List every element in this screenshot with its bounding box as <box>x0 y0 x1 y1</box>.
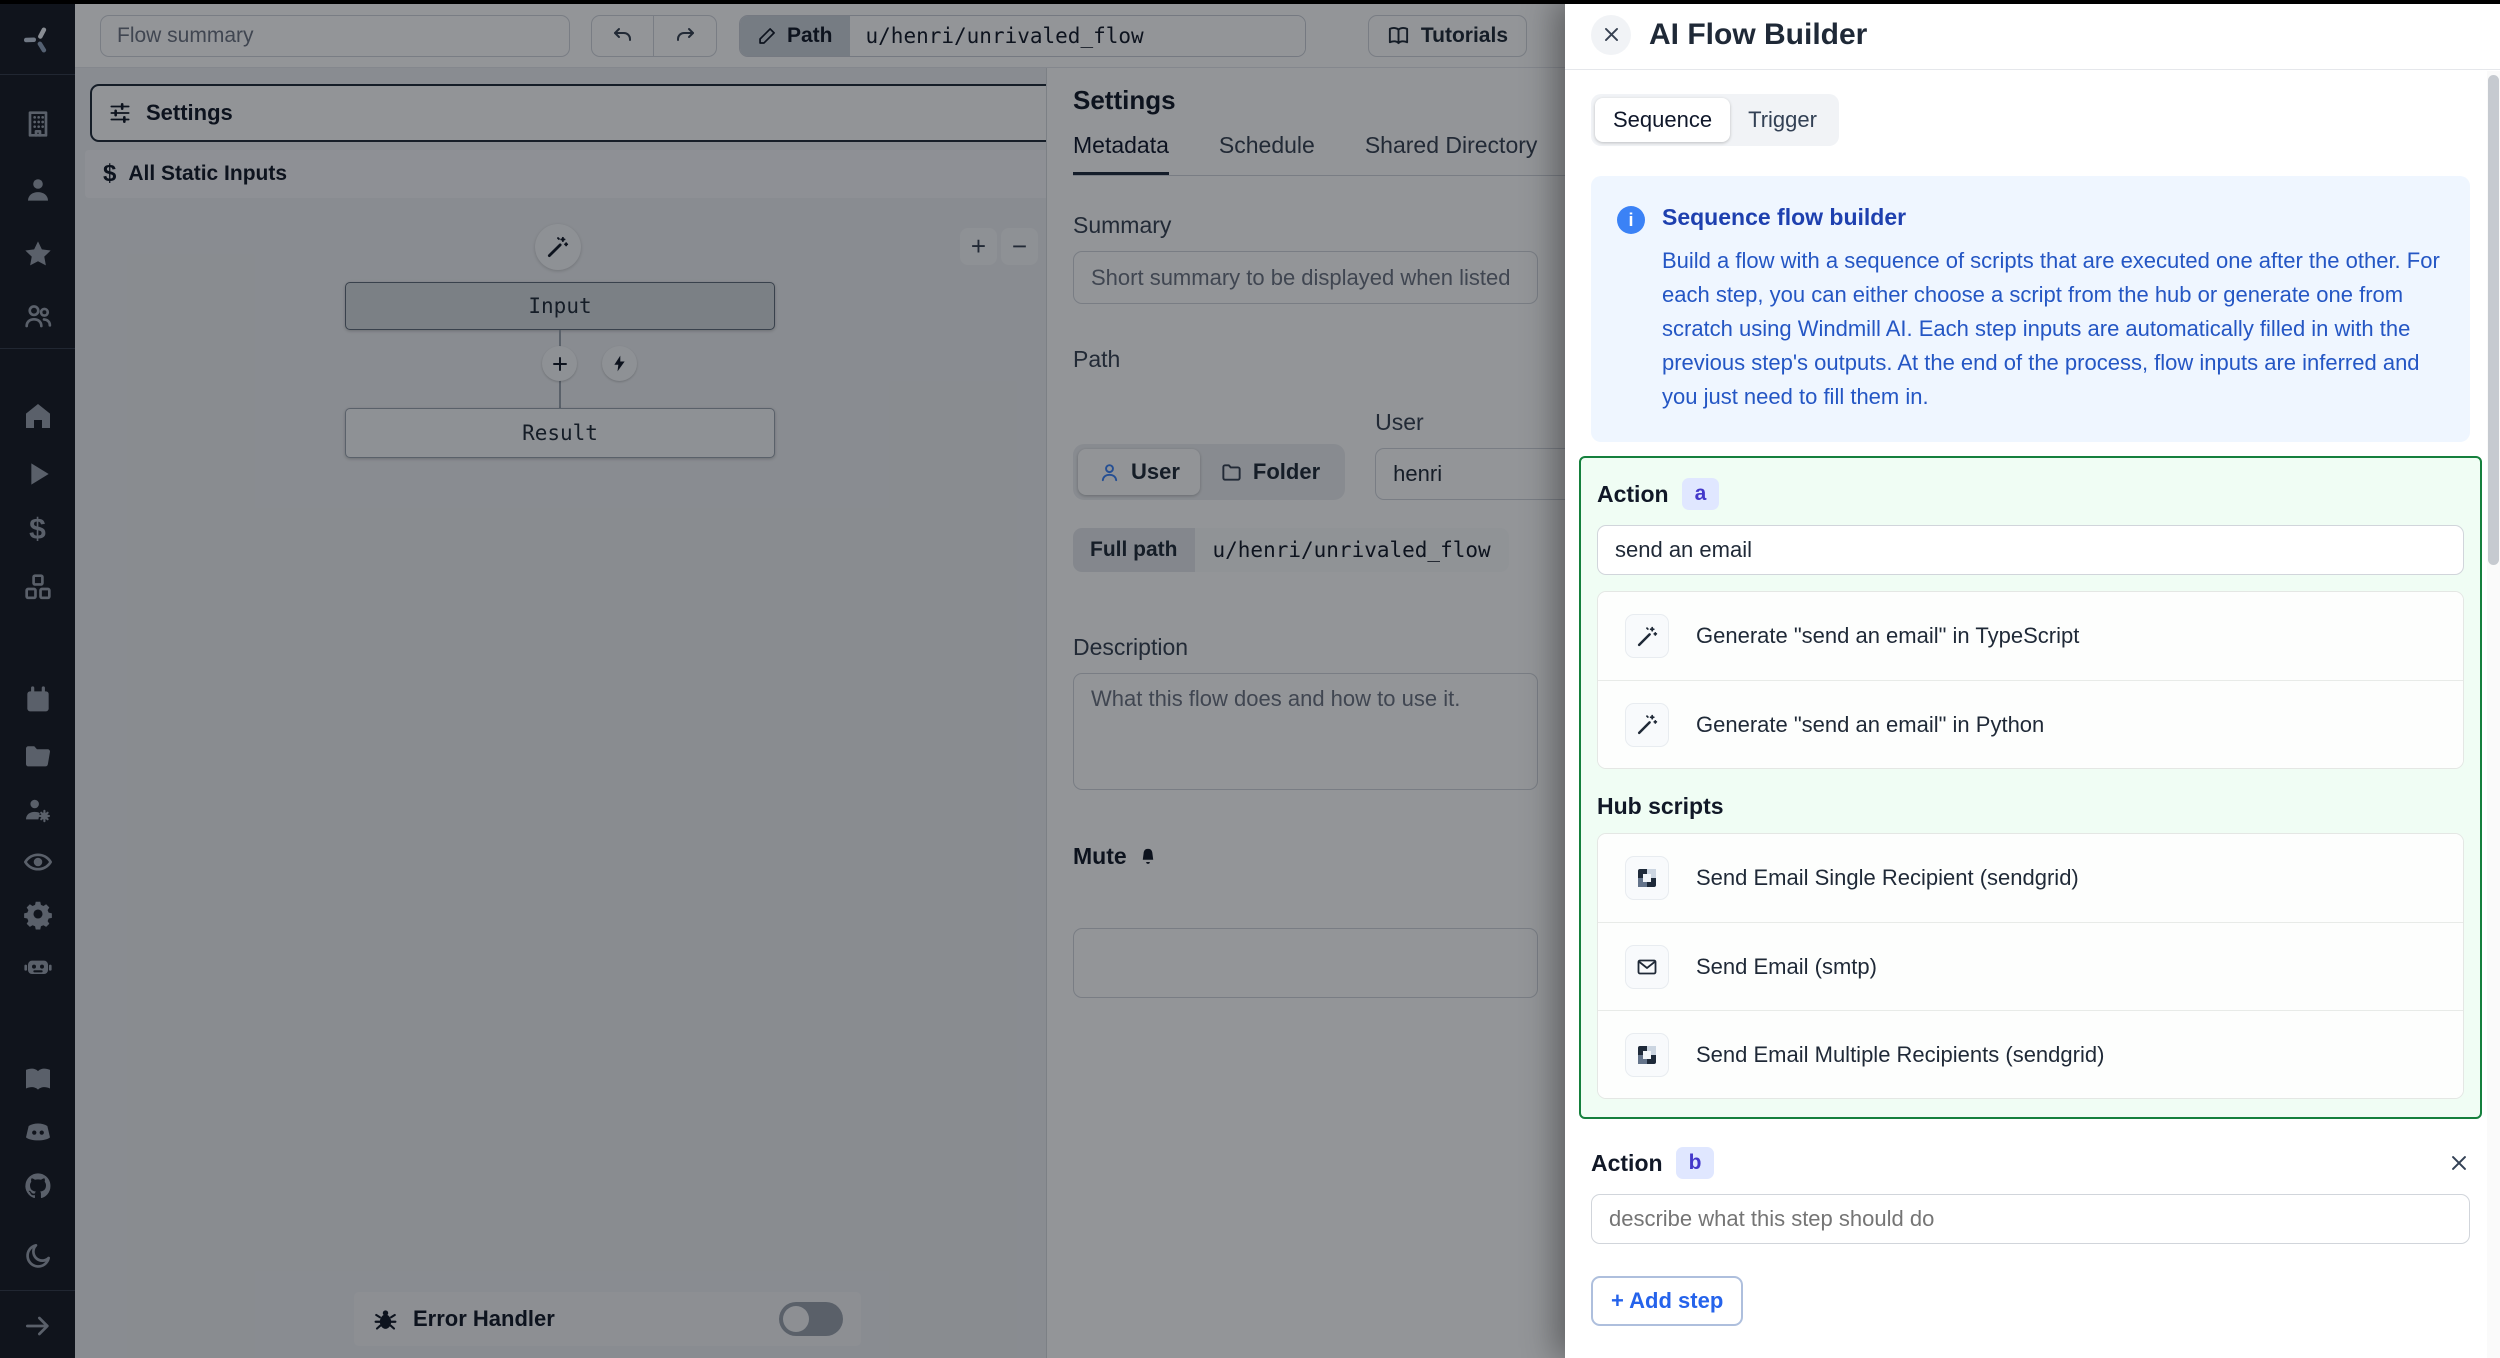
action-b-badge: b <box>1676 1147 1715 1179</box>
close-panel-button[interactable] <box>1591 15 1631 55</box>
panel-scrollbar[interactable] <box>2487 71 2500 1358</box>
generate-option-typescript[interactable]: Generate "send an email" in TypeScript <box>1598 592 2463 680</box>
hub-script-row[interactable]: Send Email (smtp) <box>1598 922 2463 1010</box>
tab-sequence[interactable]: Sequence <box>1595 98 1730 142</box>
close-icon <box>2448 1152 2470 1174</box>
action-a-label: Action <box>1597 481 1669 508</box>
hub-scripts-list: Send Email Single Recipient (sendgrid) S… <box>1597 833 2464 1099</box>
info-title: Sequence flow builder <box>1662 204 2444 231</box>
action-b-label: Action <box>1591 1150 1663 1177</box>
generate-option-python[interactable]: Generate "send an email" in Python <box>1598 680 2463 768</box>
hub-script-name: Send Email (smtp) <box>1696 954 1877 980</box>
sequence-info-box: i Sequence flow builder Build a flow wit… <box>1591 176 2470 442</box>
info-icon: i <box>1617 206 1645 234</box>
ai-panel-title: AI Flow Builder <box>1649 18 1867 52</box>
window-top-edge <box>0 0 2500 4</box>
tab-trigger[interactable]: Trigger <box>1730 98 1835 142</box>
sendgrid-icon <box>1625 1033 1669 1077</box>
generate-option-label: Generate "send an email" in TypeScript <box>1696 623 2079 649</box>
action-b-header: Action b <box>1591 1147 2470 1179</box>
hub-script-row[interactable]: Send Email Single Recipient (sendgrid) <box>1598 834 2463 922</box>
ai-mode-toggle: Sequence Trigger <box>1591 94 1839 146</box>
action-b-query-input[interactable] <box>1591 1194 2470 1244</box>
magic-wand-icon <box>1625 703 1669 747</box>
hub-script-name: Send Email Single Recipient (sendgrid) <box>1696 865 2079 891</box>
magic-wand-icon <box>1625 614 1669 658</box>
ai-flow-builder-panel: AI Flow Builder Sequence Trigger i Seque… <box>1565 0 2500 1358</box>
hub-script-row[interactable]: Send Email Multiple Recipients (sendgrid… <box>1598 1010 2463 1098</box>
generate-options-list: Generate "send an email" in TypeScript G… <box>1597 591 2464 769</box>
scrollbar-thumb[interactable] <box>2488 75 2499 565</box>
action-a-query-input[interactable] <box>1597 525 2464 575</box>
remove-step-button[interactable] <box>2448 1152 2470 1174</box>
envelope-icon <box>1625 945 1669 989</box>
ai-panel-body: Sequence Trigger i Sequence flow builder… <box>1565 70 2500 1358</box>
add-step-button[interactable]: + Add step <box>1591 1276 1743 1326</box>
close-icon <box>1602 25 1621 44</box>
action-step-b: Action b <box>1591 1147 2470 1244</box>
sendgrid-icon <box>1625 856 1669 900</box>
info-body: Build a flow with a sequence of scripts … <box>1662 244 2444 414</box>
hub-scripts-label: Hub scripts <box>1597 793 2464 820</box>
generate-option-label: Generate "send an email" in Python <box>1696 712 2044 738</box>
modal-dim-overlay[interactable] <box>0 0 1565 1358</box>
windmill-flow-editor: $ <box>0 0 2500 1358</box>
hub-script-name: Send Email Multiple Recipients (sendgrid… <box>1696 1042 2104 1068</box>
ai-panel-header: AI Flow Builder <box>1565 0 2500 70</box>
action-step-a: Action a Generate "send an email" in Typ… <box>1579 456 2482 1119</box>
action-a-header: Action a <box>1597 478 2464 510</box>
action-a-badge: a <box>1682 478 1720 510</box>
